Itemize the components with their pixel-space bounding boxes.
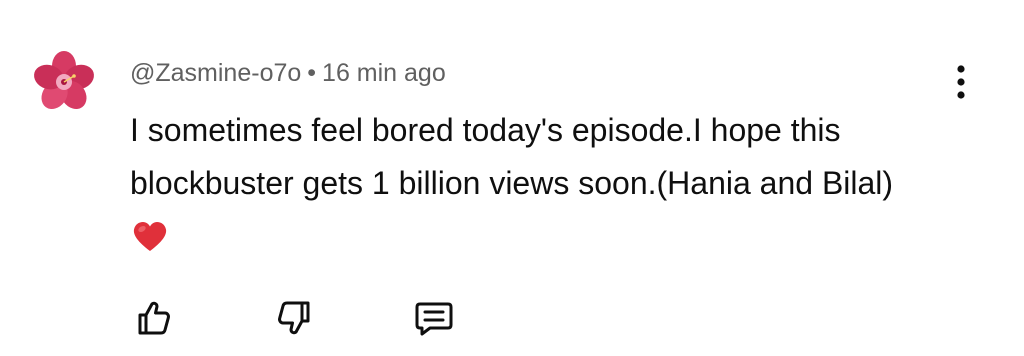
more-options-button[interactable]: [944, 60, 978, 104]
comment-body: I sometimes feel bored today's episode.I…: [130, 112, 894, 201]
reply-button[interactable]: [410, 294, 458, 342]
comment-timestamp: 16 min ago: [322, 59, 446, 87]
author-handle[interactable]: @Zasmine-o7o: [130, 59, 301, 87]
red-heart-icon: [132, 216, 168, 269]
more-vertical-icon: [957, 65, 965, 99]
thumbs-up-icon: [138, 301, 170, 335]
comment-item: @Zasmine-o7o • 16 min ago I sometimes feel…: [0, 0, 1024, 356]
dislike-button[interactable]: [270, 294, 318, 342]
hibiscus-avatar-icon: [34, 51, 94, 109]
thumbs-down-icon: [278, 301, 310, 335]
like-button[interactable]: [130, 294, 178, 342]
avatar[interactable]: [30, 48, 98, 116]
comment-actions: [0, 290, 1024, 350]
reply-comment-icon: [415, 302, 453, 336]
meta-separator: •: [307, 59, 317, 87]
comment-text: I sometimes feel bored today's episode.I…: [130, 104, 930, 269]
comment-meta: @Zasmine-o7o • 16 min ago: [130, 58, 446, 88]
